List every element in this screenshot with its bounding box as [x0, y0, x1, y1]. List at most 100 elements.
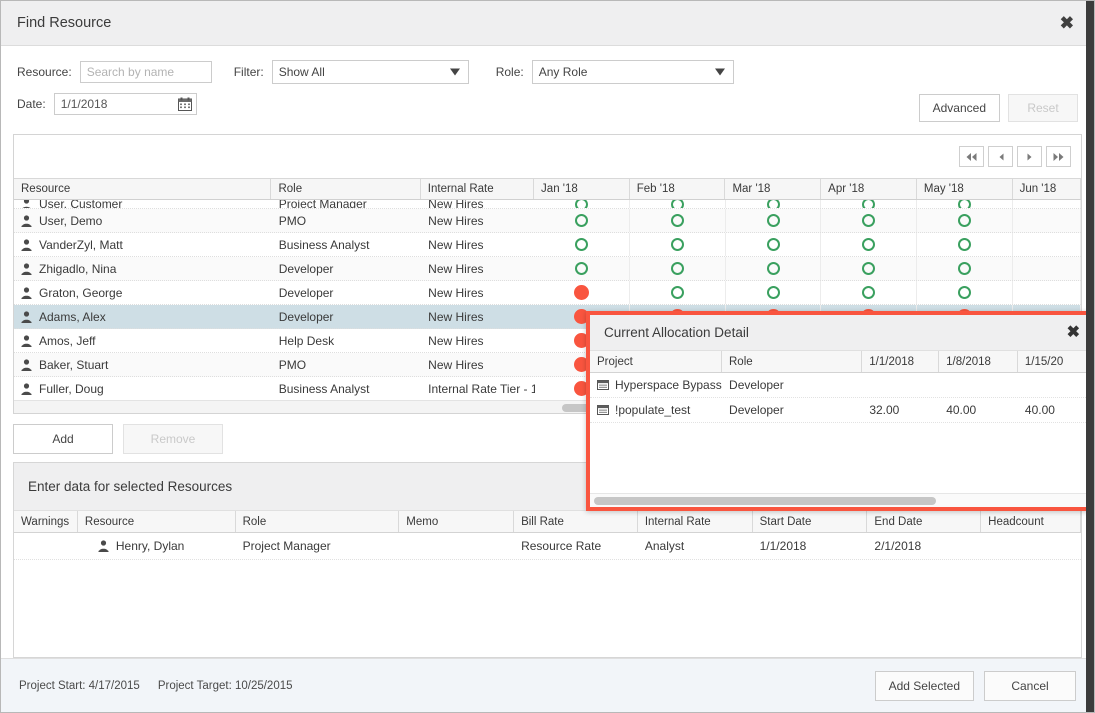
cell-role: Business Analyst: [278, 237, 370, 252]
cell-resource: Adams, Alex: [14, 305, 272, 328]
cell-resource: User, Customer: [14, 200, 272, 208]
availability-open-indicator[interactable]: [670, 286, 684, 299]
column-header-month-4[interactable]: May '18: [917, 179, 1013, 199]
availability-open-indicator[interactable]: [575, 238, 589, 251]
column-header-month-5[interactable]: Jun '18: [1013, 179, 1081, 199]
next-page-button[interactable]: [1017, 146, 1042, 167]
column-header-end-date[interactable]: End Date: [867, 511, 982, 532]
remove-button: Remove: [123, 424, 223, 454]
prev-page-button[interactable]: [988, 146, 1013, 167]
close-icon[interactable]: ✖: [1067, 324, 1080, 341]
availability-open-indicator[interactable]: [766, 238, 780, 251]
cell-month-4: [917, 200, 1013, 208]
cell-month-1: [630, 209, 726, 232]
cancel-button[interactable]: Cancel: [984, 670, 1076, 701]
availability-open-indicator[interactable]: [766, 286, 780, 299]
availability-open-indicator[interactable]: [862, 262, 876, 275]
column-header-month-0[interactable]: Jan '18: [534, 179, 630, 199]
last-page-button[interactable]: [1046, 146, 1071, 167]
cell-month-5: [1013, 233, 1081, 256]
calendar-icon[interactable]: [177, 97, 192, 111]
availability-open-indicator[interactable]: [670, 238, 684, 251]
column-header-date-1[interactable]: 1/8/2018: [939, 351, 1018, 372]
availability-full-indicator[interactable]: [574, 285, 590, 300]
availability-open-indicator[interactable]: [957, 262, 971, 275]
availability-open-indicator[interactable]: [670, 200, 684, 208]
date-input[interactable]: [53, 93, 197, 115]
availability-open-indicator[interactable]: [957, 286, 971, 299]
availability-open-indicator[interactable]: [957, 200, 971, 208]
availability-open-indicator[interactable]: [957, 214, 971, 227]
availability-open-indicator[interactable]: [670, 262, 684, 275]
person-icon: [21, 238, 32, 251]
column-header-role[interactable]: Role: [722, 351, 863, 372]
cell-month-2: [726, 200, 822, 208]
table-row[interactable]: User, Customer Project Manager New Hires: [14, 200, 1081, 209]
first-page-button[interactable]: [959, 146, 984, 167]
column-header-month-1[interactable]: Feb '18: [630, 179, 726, 199]
table-row[interactable]: Zhigadlo, Nina Developer New Hires: [14, 257, 1081, 281]
filter-label: Filter:: [233, 65, 264, 79]
column-header-resource[interactable]: Resource: [78, 511, 236, 532]
cell-month-0: [535, 200, 631, 208]
availability-open-indicator[interactable]: [575, 214, 589, 227]
page-scrollbar[interactable]: [1086, 1, 1094, 712]
availability-open-indicator[interactable]: [862, 286, 876, 299]
resource-search-input[interactable]: [79, 61, 212, 83]
table-row[interactable]: !populate_test Developer 32.00 40.00 40.00: [590, 398, 1092, 423]
pagination-controls: [959, 146, 1071, 167]
cell-role: Developer: [278, 261, 334, 276]
table-row[interactable]: VanderZyl, Matt Business Analyst New Hires: [14, 233, 1081, 257]
availability-open-indicator[interactable]: [862, 238, 876, 251]
column-header-bill-rate[interactable]: Bill Rate: [514, 511, 638, 532]
column-header-date-0[interactable]: 1/1/2018: [862, 351, 940, 372]
filter-select[interactable]: Show All: [271, 60, 469, 84]
cell-month-4: [917, 233, 1013, 256]
availability-open-indicator[interactable]: [862, 214, 876, 227]
cell-role: Help Desk: [278, 333, 335, 348]
availability-open-indicator[interactable]: [766, 214, 780, 227]
column-header-project[interactable]: Project: [590, 351, 722, 372]
column-header-month-2[interactable]: Mar '18: [725, 179, 822, 199]
column-header-role[interactable]: Role: [271, 179, 421, 199]
column-header-start-date[interactable]: Start Date: [753, 511, 868, 532]
popup-hscrollbar[interactable]: [590, 493, 1092, 507]
column-header-headcount[interactable]: Headcount: [981, 511, 1081, 532]
column-header-warnings[interactable]: Warnings: [14, 511, 78, 532]
cell-month-5: [1013, 209, 1081, 232]
availability-open-indicator[interactable]: [862, 200, 876, 208]
table-row[interactable]: Hyperspace Bypass Developer: [590, 373, 1092, 398]
column-header-month-3[interactable]: Apr '18: [821, 179, 917, 199]
cell-warnings: [14, 533, 78, 559]
column-header-role[interactable]: Role: [236, 511, 400, 532]
close-icon[interactable]: ✖: [1060, 15, 1074, 32]
column-header-internal-rate[interactable]: Internal Rate: [421, 179, 535, 199]
table-row[interactable]: Henry, Dylan Project Manager Resource Rate…: [14, 533, 1081, 560]
cell-month-3: [821, 200, 918, 208]
add-button[interactable]: Add: [13, 424, 113, 454]
person-icon: [21, 200, 32, 208]
table-row[interactable]: User, Demo PMO New Hires: [14, 209, 1081, 233]
availability-open-indicator[interactable]: [575, 200, 589, 208]
table-row[interactable]: Graton, George Developer New Hires: [14, 281, 1081, 305]
cell-month-4: [917, 257, 1013, 280]
cell-value-date-1: [939, 373, 1018, 397]
role-select[interactable]: Any Role: [531, 60, 734, 84]
resource-label: Resource:: [17, 65, 72, 79]
cell-month-4: [917, 209, 1013, 232]
column-header-resource[interactable]: Resource: [14, 179, 272, 199]
column-header-memo[interactable]: Memo: [399, 511, 515, 532]
popup-hscrollbar-thumb[interactable]: [594, 497, 936, 505]
filter-bar: Resource: Filter: Show All Role: Any Rol…: [1, 46, 1094, 134]
cell-month-2: [726, 209, 822, 232]
role-label: Role:: [495, 65, 524, 79]
add-selected-button[interactable]: Add Selected: [874, 670, 974, 701]
availability-open-indicator[interactable]: [766, 262, 780, 275]
availability-open-indicator[interactable]: [957, 238, 971, 251]
column-header-internal-rate[interactable]: Internal Rate: [638, 511, 753, 532]
availability-open-indicator[interactable]: [766, 200, 780, 208]
column-header-date-2[interactable]: 1/15/20: [1018, 351, 1092, 372]
availability-open-indicator[interactable]: [575, 262, 589, 275]
availability-open-indicator[interactable]: [670, 214, 684, 227]
advanced-button[interactable]: Advanced: [918, 94, 1000, 122]
